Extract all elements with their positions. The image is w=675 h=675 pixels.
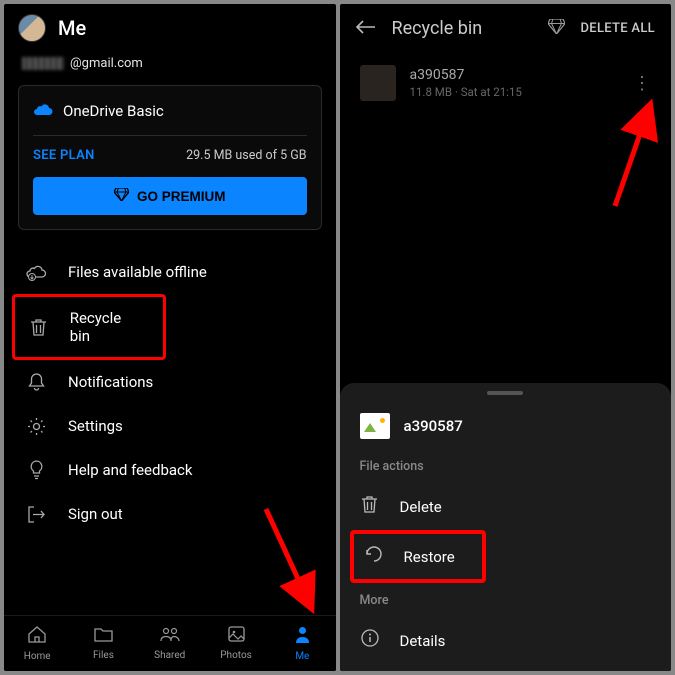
menu-label: Help and feedback <box>68 461 193 479</box>
menu-list: Files available offline Recycle bin Noti… <box>4 250 336 536</box>
divider <box>33 135 307 136</box>
recycle-bin-screen: Recycle bin DELETE ALL a390587 11.8 MB ·… <box>340 4 672 671</box>
recycle-header: Recycle bin DELETE ALL <box>340 4 672 53</box>
nav-label: Home <box>24 651 51 662</box>
cloud-icon <box>33 100 53 121</box>
menu-label: Settings <box>68 417 123 435</box>
diamond-icon <box>114 188 129 204</box>
image-icon <box>360 413 390 439</box>
sheet-handle[interactable] <box>487 391 523 395</box>
nav-label: Shared <box>154 650 185 661</box>
people-icon <box>160 627 180 647</box>
trash-icon <box>360 495 380 519</box>
diamond-icon[interactable] <box>548 19 565 38</box>
menu-signout[interactable]: Sign out <box>4 492 336 536</box>
storage-usage: 29.5 MB used of 5 GB <box>186 148 306 163</box>
email-redacted <box>22 57 64 70</box>
nav-home[interactable]: Home <box>4 616 70 671</box>
signout-icon <box>26 504 46 524</box>
menu-label: Files available offline <box>68 263 207 281</box>
menu-label: Notifications <box>68 373 153 391</box>
menu-help[interactable]: Help and feedback <box>4 448 336 492</box>
action-restore[interactable]: Restore <box>350 530 486 583</box>
file-info: a390587 11.8 MB · Sat at 21:15 <box>410 67 620 99</box>
home-icon <box>28 626 46 648</box>
file-item[interactable]: a390587 11.8 MB · Sat at 21:15 ⋮ <box>340 53 672 113</box>
menu-label: Sign out <box>68 505 123 523</box>
page-title: Me <box>58 16 86 40</box>
file-thumbnail <box>360 65 396 101</box>
email-suffix: @gmail.com <box>70 56 143 71</box>
section-label: More <box>340 583 672 618</box>
person-icon <box>295 626 310 648</box>
storage-card: OneDrive Basic SEE PLAN 29.5 MB used of … <box>18 85 322 230</box>
premium-label: GO PREMIUM <box>137 189 226 204</box>
gear-icon <box>26 416 46 436</box>
menu-offline[interactable]: Files available offline <box>4 250 336 294</box>
bell-icon <box>26 372 46 392</box>
photos-icon <box>228 626 245 647</box>
action-delete[interactable]: Delete <box>340 484 672 530</box>
nav-label: Photos <box>220 650 252 661</box>
menu-label: Recycle bin <box>70 309 141 345</box>
section-label: File actions <box>340 455 672 484</box>
see-plan-link[interactable]: SEE PLAN <box>33 148 95 163</box>
back-icon[interactable] <box>356 19 376 39</box>
bottom-nav: Home Files Shared Photos Me <box>4 615 336 671</box>
nav-label: Me <box>295 651 309 662</box>
file-name: a390587 <box>410 67 620 83</box>
folder-icon <box>94 627 113 647</box>
me-header: Me <box>4 4 336 52</box>
menu-settings[interactable]: Settings <box>4 404 336 448</box>
nav-files[interactable]: Files <box>70 616 136 671</box>
file-meta: 11.8 MB · Sat at 21:15 <box>410 85 620 99</box>
me-screen: Me @gmail.com OneDrive Basic SEE PLAN 29… <box>4 4 336 671</box>
action-label: Details <box>400 632 446 650</box>
go-premium-button[interactable]: GO PREMIUM <box>33 177 307 215</box>
action-label: Restore <box>404 548 455 566</box>
menu-recycle-bin[interactable]: Recycle bin <box>12 294 166 360</box>
nav-shared[interactable]: Shared <box>137 616 203 671</box>
avatar[interactable] <box>18 14 46 42</box>
annotation-arrow <box>607 102 657 216</box>
lightbulb-icon <box>26 460 46 480</box>
trash-icon <box>29 317 48 337</box>
info-icon <box>360 629 380 652</box>
plan-name: OneDrive Basic <box>63 102 164 120</box>
recycle-title: Recycle bin <box>392 18 532 39</box>
more-icon[interactable]: ⋮ <box>633 79 651 88</box>
sheet-file-header: a390587 <box>340 403 672 455</box>
account-email: @gmail.com <box>4 52 336 85</box>
action-label: Delete <box>400 498 442 516</box>
cloud-download-icon <box>26 262 46 282</box>
nav-label: Files <box>93 650 114 661</box>
delete-all-button[interactable]: DELETE ALL <box>581 21 655 36</box>
bottom-sheet: a390587 File actions Delete Restore More… <box>340 383 672 671</box>
action-details[interactable]: Details <box>340 618 672 663</box>
nav-photos[interactable]: Photos <box>203 616 269 671</box>
nav-me[interactable]: Me <box>269 616 335 671</box>
menu-notifications[interactable]: Notifications <box>4 360 336 404</box>
storage-plan-row: OneDrive Basic <box>33 100 307 121</box>
restore-icon <box>364 545 384 568</box>
sheet-file-name: a390587 <box>404 417 463 435</box>
